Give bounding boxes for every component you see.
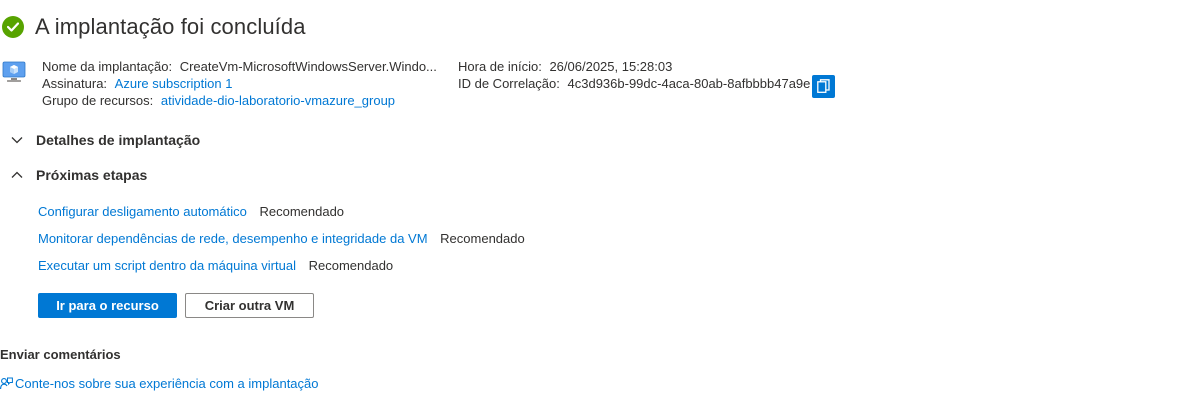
create-another-vm-button[interactable]: Criar outra VM	[185, 293, 314, 318]
next-step-item: Monitorar dependências de rede, desempen…	[38, 231, 525, 258]
section-deployment-details-label: Detalhes de implantação	[36, 132, 201, 148]
feedback-title: Enviar comentários	[0, 347, 121, 362]
deployment-overview: A implantação foi concluída Nome da impl…	[0, 0, 1192, 401]
start-time-label: Hora de início:	[458, 59, 542, 74]
next-step-item: Configurar desligamento automático Recom…	[38, 204, 525, 231]
chevron-down-icon	[11, 137, 23, 144]
next-step-link-auto-shutdown[interactable]: Configurar desligamento automático	[38, 204, 247, 219]
correlation-id-label: ID de Correlação:	[458, 76, 560, 91]
section-next-steps-label: Próximas etapas	[36, 167, 148, 183]
deployment-details-right: Hora de início: 26/06/2025, 15:28:03 ID …	[458, 58, 810, 92]
subscription-link[interactable]: Azure subscription 1	[115, 76, 233, 91]
subscription-label: Assinatura:	[42, 76, 108, 91]
recommended-tag: Recomendado	[308, 258, 394, 273]
deployment-details-left: Nome da implantação: CreateVm-MicrosoftW…	[42, 58, 437, 109]
go-to-resource-button[interactable]: Ir para o recurso	[38, 293, 177, 318]
deployment-name-row: Nome da implantação: CreateVm-MicrosoftW…	[42, 58, 437, 75]
feedback-icon	[0, 377, 13, 390]
correlation-id-row: ID de Correlação: 4c3d936b-99dc-4aca-80a…	[458, 75, 810, 92]
correlation-id-value: 4c3d936b-99dc-4aca-80ab-8afbbbb47a9e	[567, 76, 811, 91]
virtual-machine-icon	[2, 60, 26, 89]
subscription-row: Assinatura: Azure subscription 1	[42, 75, 437, 92]
resource-group-link[interactable]: atividade-dio-laboratorio-vmazure_group	[161, 93, 395, 108]
check-circle-icon	[2, 16, 24, 38]
section-deployment-details-toggle[interactable]: Detalhes de implantação	[10, 132, 200, 148]
recommended-tag: Recomendado	[259, 204, 345, 219]
next-step-item: Executar um script dentro da máquina vir…	[38, 258, 525, 285]
feedback-link-row[interactable]: Conte-nos sobre sua experiência com a im…	[0, 376, 319, 391]
page-title: A implantação foi concluída	[35, 14, 306, 39]
next-step-link-run-script[interactable]: Executar um script dentro da máquina vir…	[38, 258, 296, 273]
recommended-tag: Recomendado	[440, 231, 525, 246]
start-time-value: 26/06/2025, 15:28:03	[549, 59, 673, 74]
feedback-link[interactable]: Conte-nos sobre sua experiência com a im…	[15, 376, 319, 391]
deployment-name-label: Nome da implantação:	[42, 59, 173, 74]
chevron-up-icon	[11, 171, 23, 178]
resource-group-label: Grupo de recursos:	[42, 93, 154, 108]
start-time-row: Hora de início: 26/06/2025, 15:28:03	[458, 58, 810, 75]
next-step-link-monitor-dependencies[interactable]: Monitorar dependências de rede, desempen…	[38, 231, 428, 246]
copy-correlation-id-button[interactable]	[812, 75, 835, 98]
resource-group-row: Grupo de recursos: atividade-dio-laborat…	[42, 92, 437, 109]
section-next-steps-toggle[interactable]: Próximas etapas	[10, 167, 147, 183]
next-steps-list: Configurar desligamento automático Recom…	[38, 204, 525, 285]
copy-icon	[817, 79, 830, 93]
deployment-name-value: CreateVm-MicrosoftWindowsServer.Windo...	[179, 59, 437, 74]
page-header: A implantação foi concluída	[2, 14, 306, 40]
